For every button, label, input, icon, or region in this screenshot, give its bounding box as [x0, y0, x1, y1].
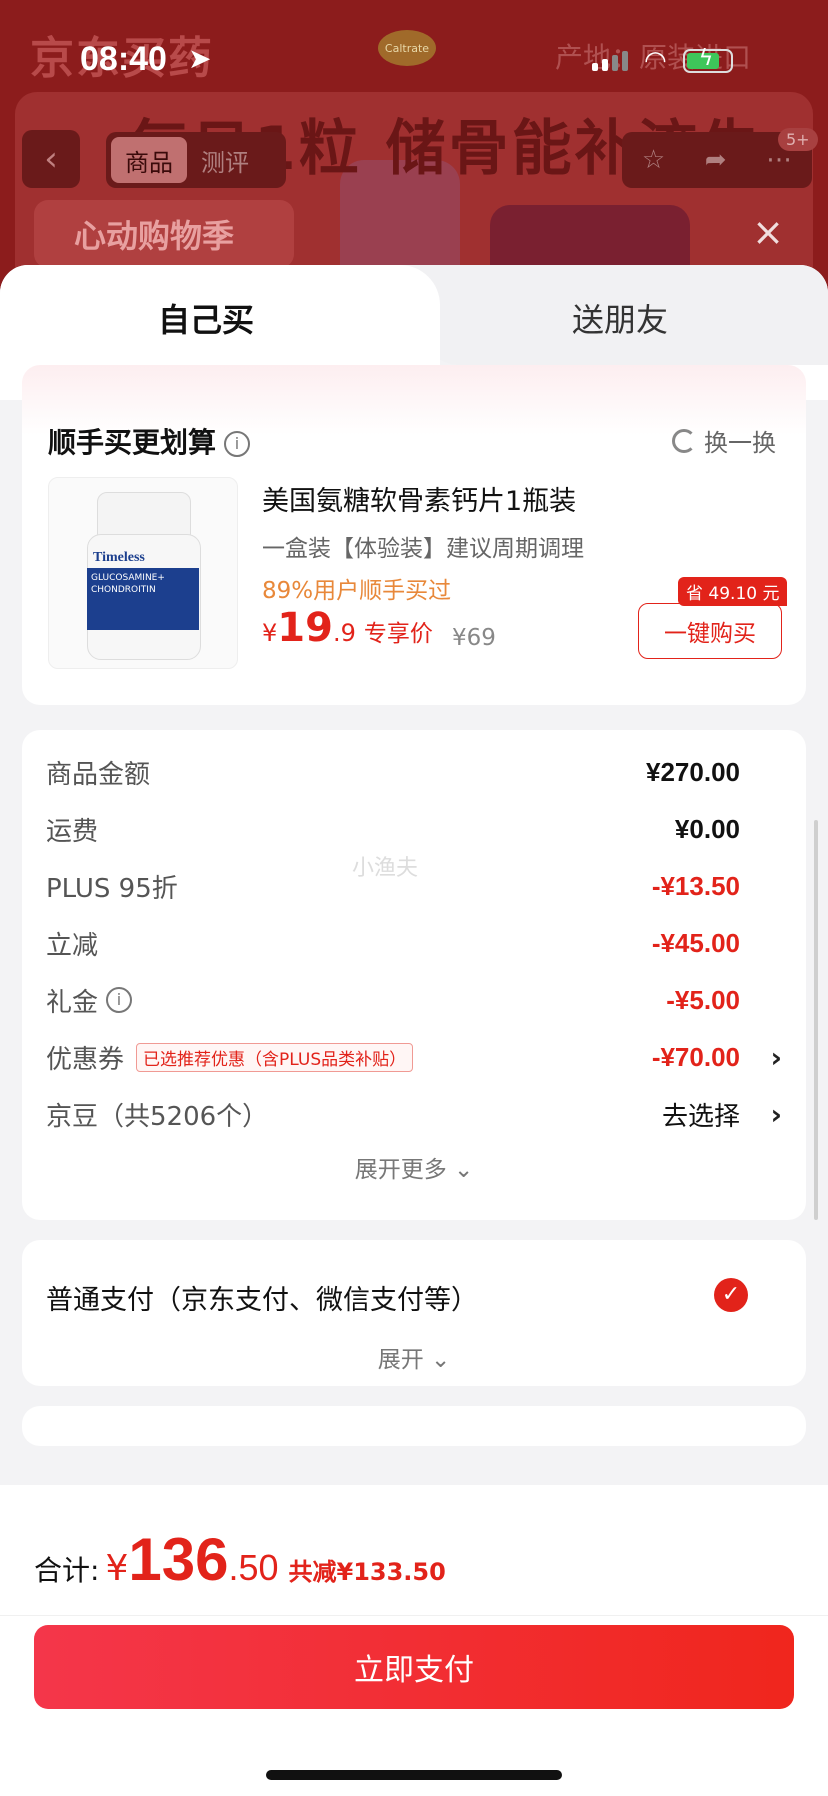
chevron-down-icon: ⌄: [431, 1347, 451, 1373]
info-icon[interactable]: i: [106, 987, 133, 1013]
payment-expand-button[interactable]: 展开 ⌄: [22, 1340, 806, 1374]
product-image-label: GLUCOSAMINE+ CHONDROITIN: [87, 568, 199, 630]
next-card-peek: [22, 1406, 806, 1446]
total-amount: 合计: ¥ 136 .50 共减¥133.50: [34, 1526, 446, 1593]
total-savings: 共减¥133.50: [288, 1558, 446, 1586]
fee-value: -¥5.00: [666, 984, 740, 1015]
product-name[interactable]: 美国氨糖软骨素钙片1瓶装: [262, 479, 576, 518]
promo-banner: 心动购物季: [34, 200, 294, 268]
share-icon: ➦: [704, 145, 727, 175]
background-tabs: 商品 测评: [106, 132, 286, 188]
product-stat: 89%用户顺手买过: [262, 578, 452, 604]
fee-row-gift: 礼金 i -¥5.00: [46, 984, 740, 1018]
product-image-brand: Timeless: [93, 550, 145, 565]
fee-value: ¥270.00: [646, 756, 740, 787]
checkout-bar: 合计: ¥ 136 .50 共减¥133.50 立即支付: [0, 1485, 828, 1796]
tab-friend[interactable]: 送朋友: [572, 295, 668, 341]
upsell-card: 顺手买更划算 i 换一换 Timeless GLUCOSAMINE+ CHONDR…: [22, 365, 806, 705]
location-arrow-icon: ➤: [188, 42, 212, 75]
fee-row-coupon[interactable]: 优惠券 已选推荐优惠（含PLUS品类补贴） -¥70.00 ›: [46, 1037, 786, 1077]
back-button: ‹: [22, 130, 80, 188]
fee-row-discount: 立减 -¥45.00: [46, 927, 740, 961]
battery-icon: ϟ: [682, 46, 733, 73]
pay-now-button[interactable]: 立即支付: [34, 1625, 794, 1709]
refresh-icon: [672, 428, 696, 453]
tab-review: 测评: [201, 148, 249, 177]
status-time: 08:40: [80, 40, 167, 78]
close-icon[interactable]: ×: [750, 213, 786, 251]
chevron-right-icon: ›: [770, 1097, 782, 1131]
payment-method[interactable]: 普通支付（京东支付、微信支付等）: [46, 1278, 478, 1317]
fee-value: -¥45.00: [651, 927, 740, 958]
expand-more-button[interactable]: 展开更多 ⌄: [22, 1150, 806, 1184]
home-indicator: [266, 1770, 562, 1780]
payment-card: 普通支付（京东支付、微信支付等） ✓ 展开 ⌄: [22, 1240, 806, 1386]
message-badge: 5+: [778, 128, 818, 151]
fee-row-jingdou[interactable]: 京豆（共5206个） 去选择 ›: [46, 1094, 786, 1134]
product-price: ¥19.9 专享价: [262, 605, 433, 651]
star-icon: ☆: [641, 145, 666, 175]
tab-product: 商品: [111, 137, 187, 183]
fee-value: 去选择: [661, 1100, 740, 1131]
wifi-icon: ◠: [644, 46, 667, 76]
save-badge: 省 49.10 元: [678, 577, 788, 606]
product-image[interactable]: Timeless GLUCOSAMINE+ CHONDROITIN: [48, 477, 238, 669]
info-icon[interactable]: i: [224, 431, 251, 457]
fee-row-shipping: 运费 ¥0.00: [46, 813, 740, 847]
tab-self[interactable]: 自己买: [158, 295, 254, 341]
scrollbar[interactable]: [814, 820, 818, 1220]
status-bar: 08:40 ➤ ◠ ϟ: [0, 28, 828, 88]
product-desc: 一盒装【体验装】建议周期调理: [262, 536, 584, 562]
chevron-down-icon: ⌄: [454, 1157, 474, 1183]
coupon-tag: 已选推荐优惠（含PLUS品类补贴）: [136, 1042, 414, 1072]
watermark: 小渔夫: [352, 856, 419, 881]
check-icon[interactable]: ✓: [714, 1278, 748, 1312]
fee-value: -¥13.50: [651, 870, 740, 901]
upsell-title: 顺手买更划算 i: [48, 421, 251, 461]
chevron-right-icon: ›: [770, 1040, 782, 1074]
fee-value: ¥0.00: [674, 813, 740, 844]
sheet-content: 顺手买更划算 i 换一换 Timeless GLUCOSAMINE+ CHONDR…: [0, 365, 828, 1480]
fee-value: -¥70.00: [651, 1041, 740, 1072]
one-click-buy-button[interactable]: 一键购买: [638, 603, 782, 659]
swap-button[interactable]: 换一换: [672, 423, 776, 458]
fee-row-goods: 商品金额 ¥270.00: [46, 756, 740, 790]
product-original-price: ¥69: [452, 625, 496, 651]
fee-card: 商品金额 ¥270.00 运费 ¥0.00 PLUS 95折 -¥13.50 立…: [22, 730, 806, 1220]
signal-icon: [592, 51, 628, 71]
